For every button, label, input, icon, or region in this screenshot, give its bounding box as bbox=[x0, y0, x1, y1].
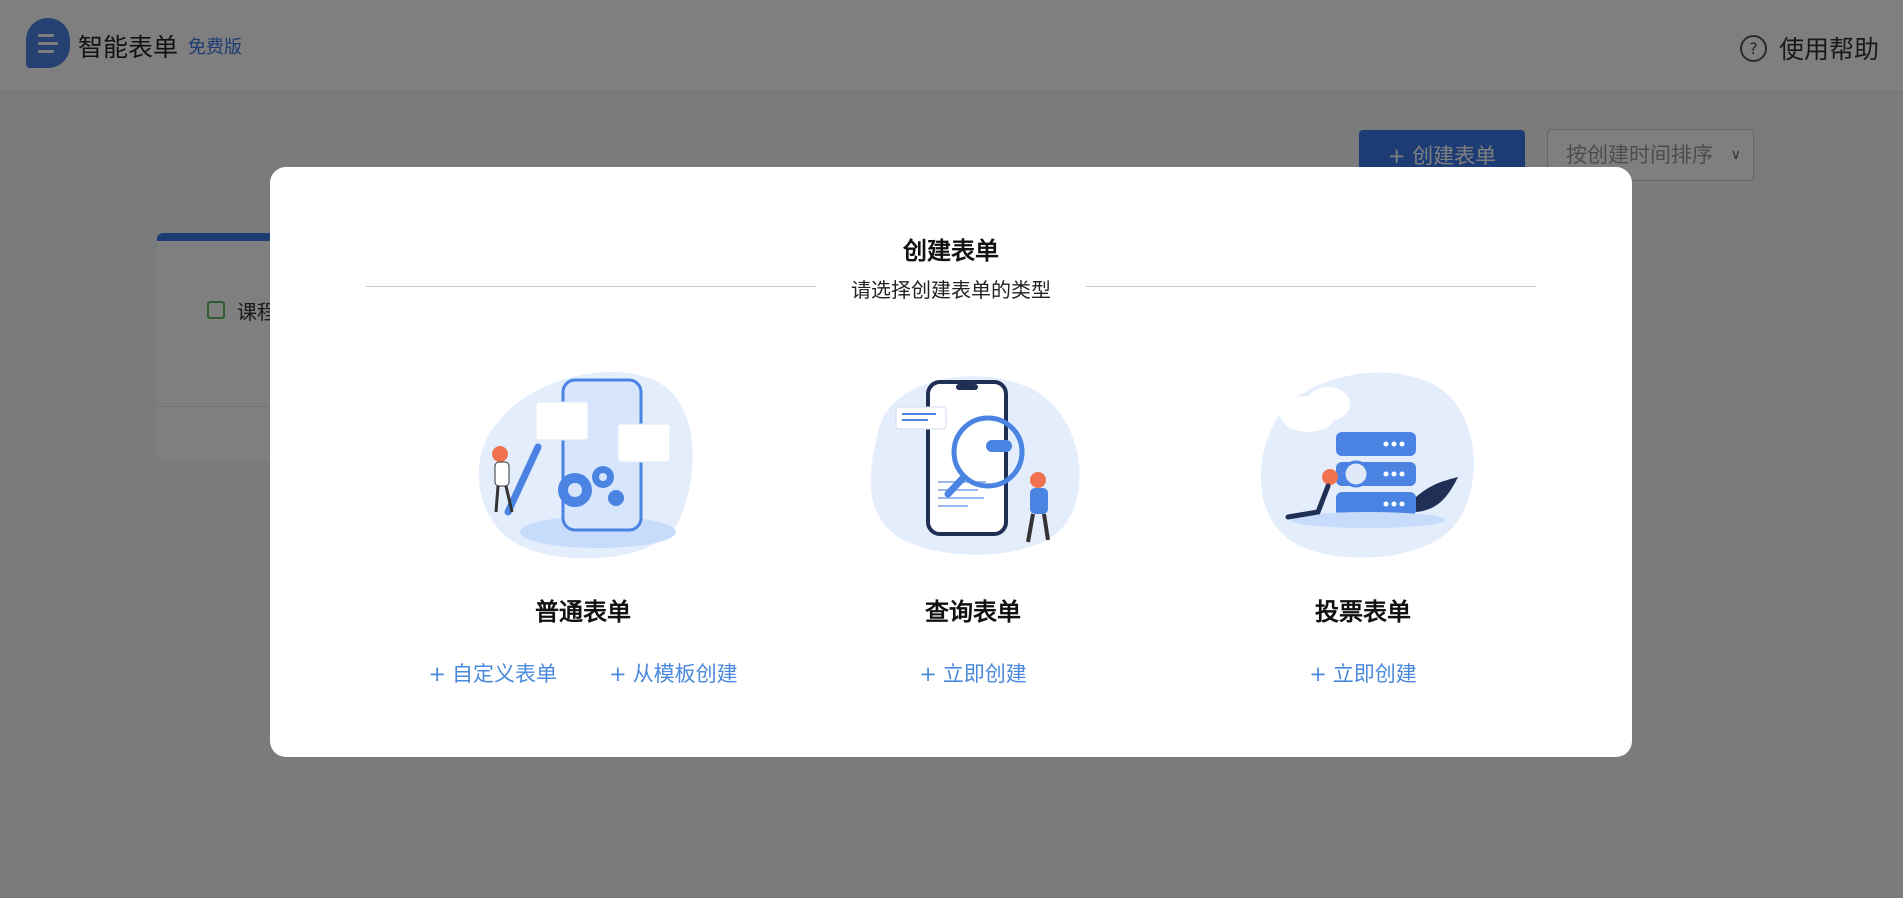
type-links: + 立即创建 bbox=[778, 658, 1168, 688]
create-vote-form-link[interactable]: + 立即创建 bbox=[1309, 658, 1417, 688]
type-title: 普通表单 bbox=[535, 598, 631, 626]
query-form-illustration bbox=[870, 376, 1080, 555]
type-links: + 自定义表单 + 从模板创建 bbox=[388, 658, 778, 688]
plus-icon: + bbox=[609, 662, 627, 686]
dialog-subtitle: 请选择创建表单的类型 bbox=[851, 278, 1051, 302]
create-form-dialog: 创建表单 请选择创建表单的类型 普通表单 + 自定义表单 + 从模板创建 查询表… bbox=[270, 167, 1632, 757]
custom-form-link[interactable]: + 自定义表单 bbox=[428, 658, 557, 688]
type-links: + 立即创建 bbox=[1168, 658, 1558, 688]
plus-icon: + bbox=[1309, 662, 1327, 686]
vote-form-illustration bbox=[1260, 372, 1474, 558]
normal-form-illustration bbox=[478, 371, 693, 559]
from-template-link[interactable]: + 从模板创建 bbox=[609, 658, 738, 688]
create-query-form-link[interactable]: + 立即创建 bbox=[919, 658, 1027, 688]
type-title: 投票表单 bbox=[1315, 598, 1411, 626]
plus-icon: + bbox=[919, 662, 937, 686]
dialog-title: 创建表单 bbox=[903, 237, 999, 265]
type-title: 查询表单 bbox=[925, 598, 1021, 626]
plus-icon: + bbox=[428, 662, 446, 686]
